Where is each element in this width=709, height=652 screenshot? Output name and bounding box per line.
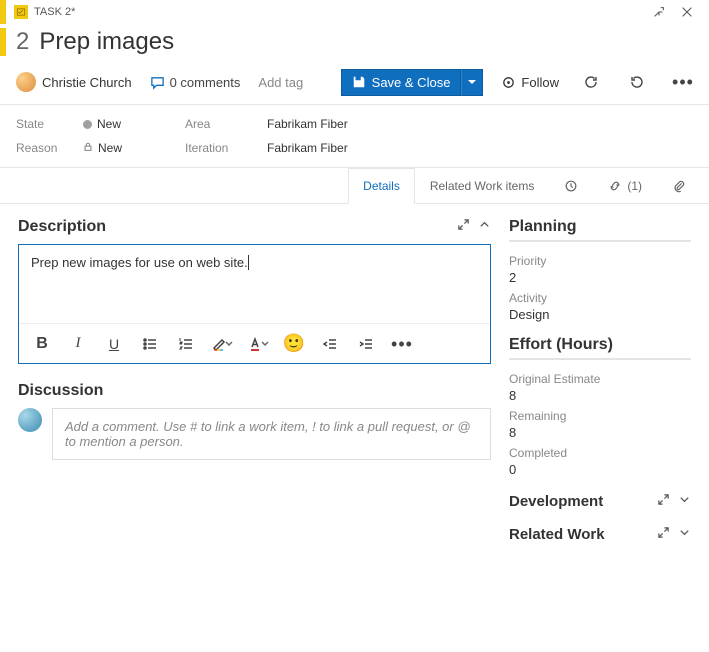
save-dropdown-button[interactable] (461, 69, 483, 96)
expand-description-button[interactable] (457, 218, 470, 236)
expand-relatedwork-button[interactable] (657, 526, 670, 543)
add-tag-button[interactable]: Add tag (258, 75, 303, 90)
workitem-header: 2 Prep images (0, 24, 709, 64)
description-editor[interactable]: Prep new images for use on web site.​ B … (18, 244, 491, 364)
orig-estimate-value[interactable]: 8 (509, 388, 691, 403)
richtext-toolbar: B I U 🙂 ••• (19, 323, 490, 363)
effort-heading: Effort (Hours) (509, 336, 691, 354)
color-strip (0, 28, 6, 56)
tab-history[interactable] (549, 168, 593, 203)
attachment-icon (672, 179, 686, 193)
save-label: Save & Close (372, 75, 451, 90)
follow-button[interactable]: Follow (501, 75, 559, 90)
development-heading: Development (509, 493, 603, 510)
description-heading-row: Description (18, 218, 491, 236)
state-label: State (16, 117, 71, 131)
expand-development-button[interactable] (657, 493, 670, 510)
save-and-close-button[interactable]: Save & Close (341, 69, 462, 96)
tab-details[interactable]: Details (348, 168, 415, 204)
completed-value[interactable]: 0 (509, 462, 691, 477)
emoji-button[interactable]: 🙂 (281, 331, 307, 357)
close-icon[interactable] (673, 0, 701, 24)
tab-related[interactable]: Related Work items (415, 168, 549, 203)
workitem-id: 2 (16, 28, 29, 56)
avatar (16, 72, 36, 92)
assignee-name: Christie Church (42, 75, 132, 90)
comments-button[interactable]: 0 comments (150, 75, 241, 90)
reason-label: Reason (16, 141, 71, 155)
more-format-button[interactable]: ••• (389, 331, 415, 357)
link-icon (608, 179, 622, 193)
revert-button[interactable] (623, 68, 651, 96)
discussion-heading: Discussion (18, 382, 103, 400)
iteration-label: Iteration (185, 141, 255, 155)
right-column: Planning Priority 2 Activity Design Effo… (509, 204, 709, 652)
reason-value[interactable]: New (83, 141, 173, 155)
relatedwork-heading-row: Related Work (509, 526, 691, 543)
completed-label: Completed (509, 446, 691, 460)
current-user-avatar (18, 408, 42, 432)
fields-grid: State New Area Fabrikam Fiber Reason New… (0, 104, 709, 168)
lock-icon (83, 141, 93, 155)
restore-down-icon[interactable] (645, 0, 673, 24)
task-icon (14, 5, 28, 19)
effort-block: Original Estimate 8 Remaining 8 Complete… (509, 358, 691, 477)
save-button-group: Save & Close (341, 69, 484, 96)
assignee-picker[interactable]: Christie Church (16, 72, 132, 92)
state-dot-icon (83, 120, 92, 129)
underline-button[interactable]: U (101, 331, 127, 357)
area-value[interactable]: Fabrikam Fiber (267, 117, 693, 131)
history-icon (564, 179, 578, 193)
actions-toolbar: Christie Church 0 comments Add tag Save … (0, 64, 709, 104)
remaining-label: Remaining (509, 409, 691, 423)
left-column: Description Prep new images for use on w… (0, 204, 509, 652)
italic-button[interactable]: I (65, 331, 91, 357)
collapse-development-button[interactable] (678, 493, 691, 510)
tab-attachments[interactable] (657, 168, 701, 203)
font-color-button[interactable] (245, 331, 271, 357)
planning-block: Priority 2 Activity Design (509, 240, 691, 322)
orig-estimate-label: Original Estimate (509, 372, 691, 386)
highlight-button[interactable] (209, 331, 235, 357)
comments-label: 0 comments (170, 75, 241, 90)
color-strip (0, 0, 6, 24)
links-count: (1) (627, 179, 642, 193)
workitem-title[interactable]: Prep images (39, 28, 174, 56)
activity-label: Activity (509, 291, 691, 305)
collapse-relatedwork-button[interactable] (678, 526, 691, 543)
description-text[interactable]: Prep new images for use on web site.​ (19, 245, 490, 323)
collapse-section-button[interactable] (478, 218, 491, 236)
window-titlebar: TASK 2* (0, 0, 709, 24)
decrease-indent-button[interactable] (317, 331, 343, 357)
discussion-input[interactable]: Add a comment. Use # to link a work item… (52, 408, 491, 460)
bold-button[interactable]: B (29, 331, 55, 357)
body: Description Prep new images for use on w… (0, 204, 709, 652)
description-heading: Description (18, 218, 106, 236)
planning-heading: Planning (509, 218, 691, 236)
tabs: Details Related Work items (1) (0, 168, 709, 204)
increase-indent-button[interactable] (353, 331, 379, 357)
state-value[interactable]: New (83, 117, 173, 131)
follow-label: Follow (521, 75, 559, 90)
refresh-button[interactable] (577, 68, 605, 96)
priority-label: Priority (509, 254, 691, 268)
window-title: TASK 2* (34, 6, 75, 18)
more-actions-button[interactable]: ••• (669, 68, 697, 96)
iteration-value[interactable]: Fabrikam Fiber (267, 141, 693, 155)
tab-links[interactable]: (1) (593, 168, 657, 203)
bulleted-list-button[interactable] (137, 331, 163, 357)
discussion-section: Discussion Add a comment. Use # to link … (18, 382, 491, 460)
activity-value[interactable]: Design (509, 307, 691, 322)
numbered-list-button[interactable] (173, 331, 199, 357)
area-label: Area (185, 117, 255, 131)
development-heading-row: Development (509, 493, 691, 510)
discussion-heading-row: Discussion (18, 382, 491, 400)
relatedwork-heading: Related Work (509, 526, 605, 543)
remaining-value[interactable]: 8 (509, 425, 691, 440)
priority-value[interactable]: 2 (509, 270, 691, 285)
